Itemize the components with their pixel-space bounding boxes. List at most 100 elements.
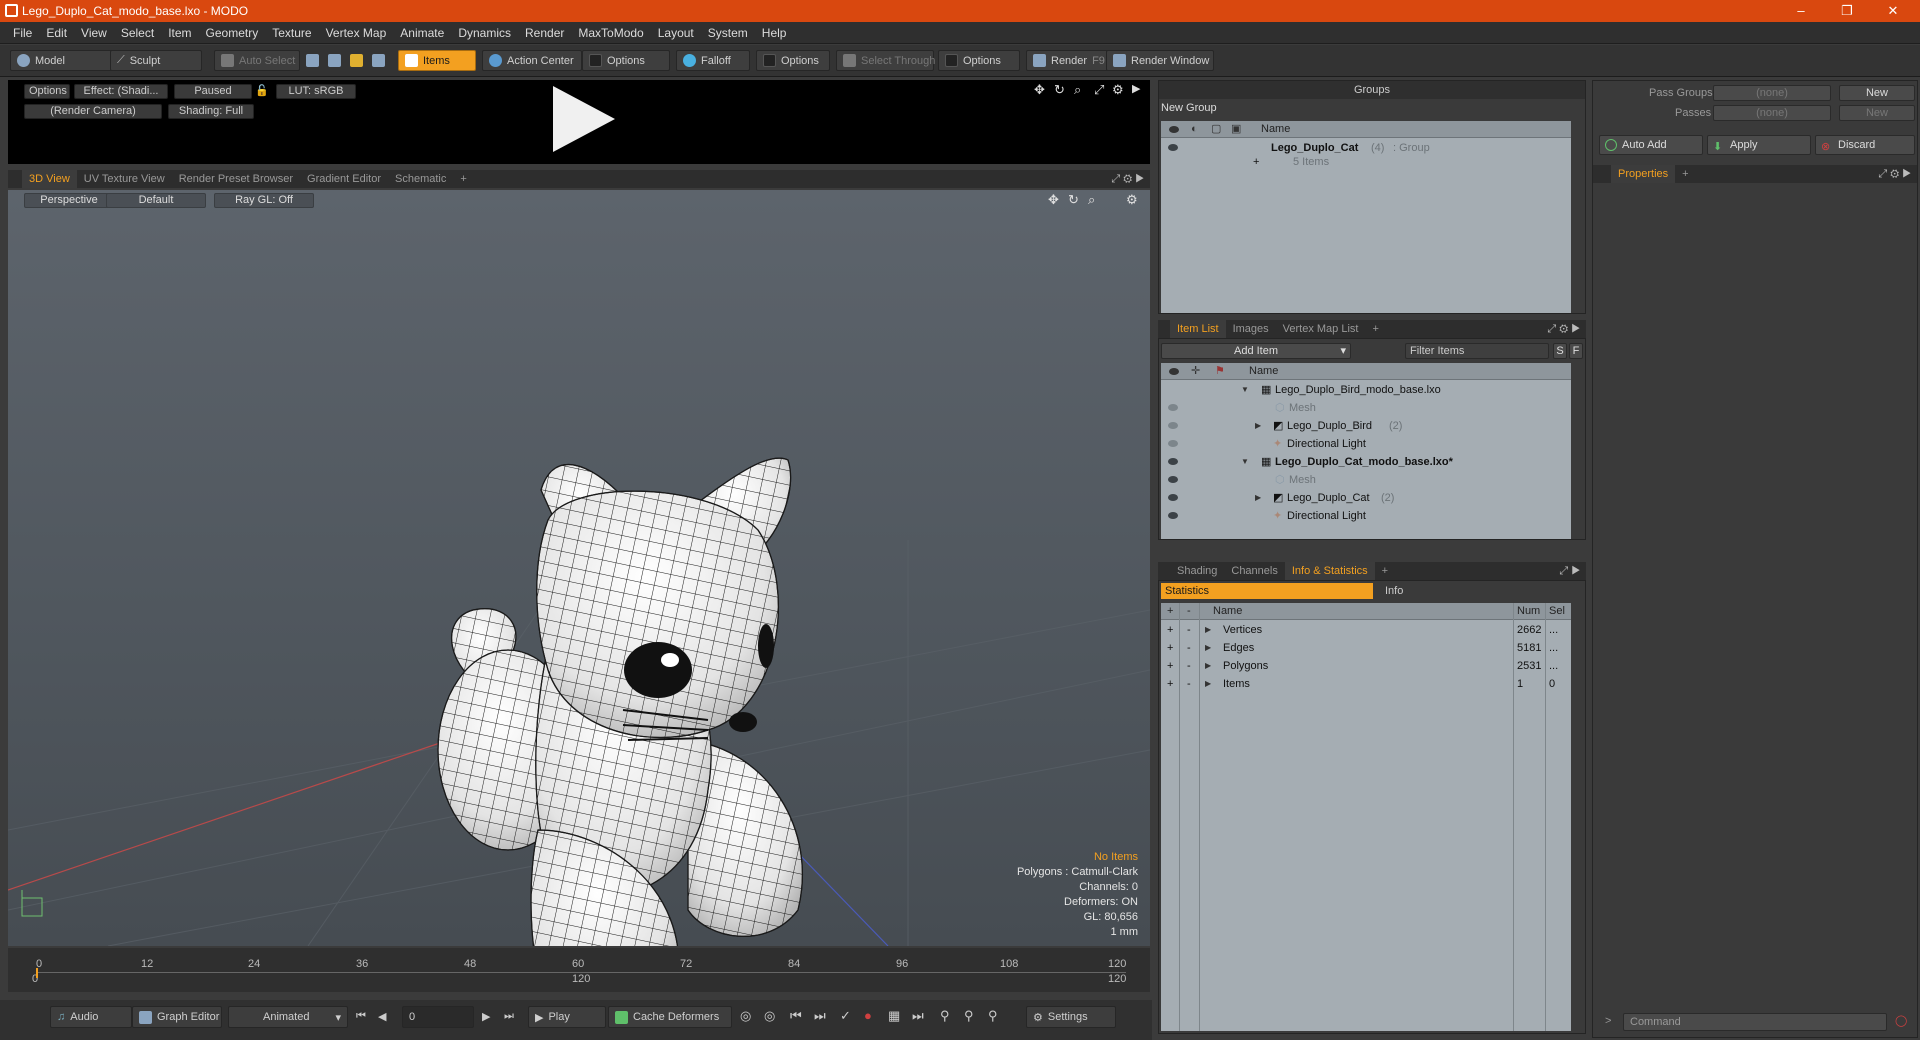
- sculpt-mode-button[interactable]: ⟋ Sculpt: [110, 50, 202, 71]
- tab-schematic[interactable]: Schematic: [388, 170, 453, 188]
- new-group-button[interactable]: New Group: [1161, 102, 1217, 114]
- expand-arrow-icon[interactable]: ▶: [1205, 639, 1211, 657]
- list-item-cat-scene[interactable]: ▼ ▦ Lego_Duplo_Cat_modo_base.lxo*: [1161, 453, 1571, 471]
- menu-help[interactable]: Help: [755, 26, 794, 40]
- passes-dropdown[interactable]: (none): [1713, 105, 1831, 121]
- tab-item-list[interactable]: Item List: [1170, 320, 1226, 338]
- properties-gear-icon[interactable]: ⤢ ⚙ ▶: [1878, 168, 1917, 181]
- play-preview-icon[interactable]: [553, 86, 615, 152]
- auto-key-icon[interactable]: ◎: [764, 1008, 775, 1024]
- falloff-options-button[interactable]: Options: [756, 50, 830, 71]
- remove-selection-icon[interactable]: -: [1187, 657, 1191, 675]
- menu-edit[interactable]: Edit: [39, 26, 74, 40]
- expand-arrow-icon[interactable]: ▶: [1255, 489, 1261, 507]
- graph-editor-button[interactable]: Graph Editor: [132, 1006, 222, 1028]
- falloff-button[interactable]: Falloff: [676, 50, 750, 71]
- action-center-button[interactable]: Action Center: [482, 50, 582, 71]
- key-check-icon[interactable]: ✓: [840, 1008, 851, 1024]
- tab-3d-view[interactable]: 3D View: [22, 170, 77, 188]
- table-row[interactable]: + - ▶ Items 1 0: [1161, 675, 1571, 693]
- next-key-icon[interactable]: ⏭: [814, 1008, 826, 1024]
- items-mode-button[interactable]: Items: [398, 50, 476, 71]
- list-item-cat-group[interactable]: ▶ ◩ Lego_Duplo_Cat (2): [1161, 489, 1571, 507]
- menu-vertex-map[interactable]: Vertex Map: [319, 26, 394, 40]
- collapse-arrow-icon[interactable]: ▼: [1241, 381, 1249, 399]
- info-subtab[interactable]: Info: [1377, 583, 1577, 599]
- shading-dropdown[interactable]: Shading: Full: [168, 104, 254, 119]
- current-frame-marker[interactable]: [36, 968, 38, 978]
- menu-dynamics[interactable]: Dynamics: [451, 26, 518, 40]
- new-pass-group-button[interactable]: New: [1839, 85, 1915, 101]
- record-icon[interactable]: ●: [864, 1008, 872, 1023]
- preview-paused-button[interactable]: Paused: [174, 84, 252, 99]
- timeline-ruler[interactable]: 0 12 24 36 48 60 72 84 96 108 120 0 120 …: [8, 948, 1150, 992]
- go-to-end-icon[interactable]: ⏭: [504, 1010, 514, 1023]
- expand-arrow-icon[interactable]: ▶: [1205, 657, 1211, 675]
- restore-button[interactable]: ❐: [1824, 0, 1870, 22]
- tab-vertex-map-list[interactable]: Vertex Map List: [1276, 320, 1366, 338]
- add-properties-tab-button[interactable]: +: [1675, 165, 1695, 183]
- go-to-start-icon[interactable]: ⏮: [356, 1010, 366, 1023]
- table-row[interactable]: + - ▶ Vertices 2662 ...: [1161, 621, 1571, 639]
- frame-input[interactable]: 0: [402, 1006, 474, 1028]
- add-stats-tab-button[interactable]: +: [1375, 562, 1395, 580]
- edges-mode-icon[interactable]: [328, 54, 341, 67]
- gear-icon[interactable]: ⚙: [1112, 82, 1124, 98]
- filter-s-button[interactable]: S: [1553, 343, 1567, 359]
- render-camera-dropdown[interactable]: (Render Camera): [24, 104, 162, 119]
- auto-add-button[interactable]: Auto Add: [1599, 135, 1703, 155]
- play-button[interactable]: ▶ Play: [528, 1006, 606, 1028]
- add-tab-button[interactable]: +: [453, 170, 473, 188]
- tab-info-statistics[interactable]: Info & Statistics: [1284, 562, 1375, 580]
- menu-system[interactable]: System: [701, 26, 755, 40]
- maximize-icon[interactable]: ⤢: [1094, 82, 1104, 98]
- list-item-bird-mesh[interactable]: ⬡ Mesh: [1161, 399, 1571, 417]
- polygons-mode-icon[interactable]: [350, 54, 363, 67]
- menu-maxtomodo[interactable]: MaxToModo: [571, 26, 650, 40]
- list-item-bird-scene[interactable]: ▼ ▦ Lego_Duplo_Bird_modo_base.lxo: [1161, 381, 1571, 399]
- add-selection-icon[interactable]: +: [1167, 657, 1173, 675]
- tab-channels[interactable]: Channels: [1224, 562, 1284, 580]
- render-button[interactable]: Render F9: [1026, 50, 1108, 71]
- menu-view[interactable]: View: [74, 26, 114, 40]
- settings-button[interactable]: ⚙ Settings: [1026, 1006, 1116, 1028]
- list-item-bird-group[interactable]: ▶ ◩ Lego_Duplo_Bird (2): [1161, 417, 1571, 435]
- itemlist-gear-icon[interactable]: ⤢ ⚙ ▶: [1547, 323, 1586, 336]
- audio-button[interactable]: ♫ Audio: [50, 1006, 132, 1028]
- pass-groups-dropdown[interactable]: (none): [1713, 85, 1831, 101]
- lock-icon[interactable]: 🔓: [255, 84, 269, 97]
- vertices-mode-icon[interactable]: [306, 54, 319, 67]
- expand-arrow-icon[interactable]: ▶: [1132, 82, 1140, 95]
- menu-select[interactable]: Select: [114, 26, 161, 40]
- visibility-eye-icon[interactable]: [1168, 494, 1178, 501]
- table-row[interactable]: + - ▶ Edges 5181 ...: [1161, 639, 1571, 657]
- visibility-eye-icon[interactable]: [1168, 458, 1178, 465]
- expand-arrow-icon[interactable]: ▶: [1205, 675, 1211, 693]
- visibility-eye-icon[interactable]: [1168, 476, 1178, 483]
- preview-options-button[interactable]: Options: [24, 84, 70, 99]
- materials-mode-icon[interactable]: [372, 54, 385, 67]
- lut-dropdown[interactable]: LUT: sRGB: [276, 84, 356, 99]
- add-selection-icon[interactable]: +: [1167, 621, 1173, 639]
- remove-selection-icon[interactable]: -: [1187, 639, 1191, 657]
- rotate-icon[interactable]: ↻: [1054, 82, 1065, 98]
- tab-images[interactable]: Images: [1226, 320, 1276, 338]
- move-icon[interactable]: ✥: [1034, 82, 1045, 98]
- expand-arrow-icon[interactable]: ▶: [1255, 417, 1261, 435]
- apply-button[interactable]: ⬇ Apply: [1707, 135, 1811, 155]
- statistics-subtab[interactable]: Statistics: [1161, 583, 1373, 599]
- step-back-icon[interactable]: ◀: [378, 1010, 386, 1023]
- filter-f-button[interactable]: F: [1569, 343, 1583, 359]
- menu-layout[interactable]: Layout: [651, 26, 701, 40]
- link-icon[interactable]: ⚲: [940, 1008, 950, 1024]
- collapse-all-icon[interactable]: -: [1187, 603, 1191, 620]
- render-window-button[interactable]: Render Window: [1106, 50, 1214, 71]
- table-row[interactable]: + - ▶ Polygons 2531 ...: [1161, 657, 1571, 675]
- command-stop-icon[interactable]: ◯: [1895, 1014, 1907, 1027]
- key-icon[interactable]: ◎: [740, 1008, 751, 1024]
- menu-item[interactable]: Item: [161, 26, 198, 40]
- tab-gradient-editor[interactable]: Gradient Editor: [300, 170, 388, 188]
- expand-all-icon[interactable]: +: [1167, 603, 1173, 620]
- stats-gear-icon[interactable]: ⤢ ▶: [1559, 565, 1586, 578]
- menu-animate[interactable]: Animate: [393, 26, 451, 40]
